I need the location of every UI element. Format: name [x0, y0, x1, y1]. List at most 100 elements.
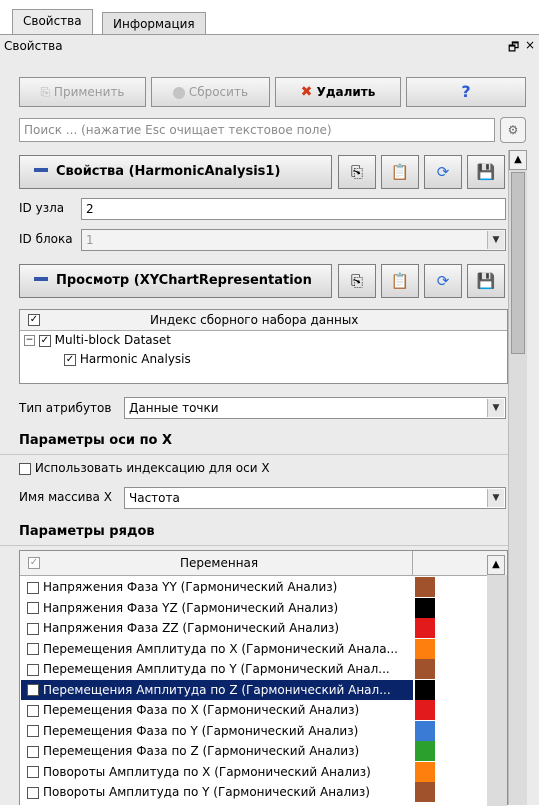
tree-header: ✓ Индекс сборного набора данных — [20, 310, 507, 331]
series-color-swatch[interactable] — [415, 597, 435, 618]
view-section-header[interactable]: Просмотр (XYChartRepresentation — [19, 264, 332, 298]
tree-header-label: Индекс сборного набора данных — [150, 313, 359, 327]
help-button[interactable]: ? — [406, 77, 526, 107]
node-id-label: ID узла — [19, 201, 65, 215]
attribute-type-select[interactable]: Данные точки ▼ — [124, 397, 506, 419]
series-checkbox[interactable] — [27, 602, 39, 614]
attribute-type-label: Тип атрибутов — [19, 401, 112, 415]
series-row[interactable]: Перемещения Фаза по Y (Гармонический Ана… — [21, 721, 413, 741]
dropdown-arrow-icon[interactable]: ▼ — [487, 489, 504, 507]
scroll-up-arrow-icon[interactable]: ▲ — [509, 150, 527, 170]
series-row[interactable]: Перемещения Амплитуда по X (Гармонически… — [21, 639, 413, 659]
use-index-label: Использовать индексацию для оси X — [34, 461, 270, 475]
gear-icon[interactable]: ⚙ — [500, 117, 526, 143]
series-checkbox[interactable] — [27, 745, 39, 758]
dropdown-arrow-icon[interactable]: ▼ — [487, 399, 504, 417]
series-color-swatch[interactable] — [415, 720, 435, 741]
series-checkbox[interactable]: ✓ — [27, 684, 39, 696]
tree-item-harmonic[interactable]: ✓ Harmonic Analysis — [64, 352, 191, 366]
series-color-swatch[interactable] — [415, 761, 435, 782]
series-color-swatch[interactable] — [415, 618, 435, 638]
use-index-checkbox[interactable]: Использовать индексацию для оси X — [19, 461, 270, 475]
view-section-title: Просмотр (XYChartRepresentation — [56, 273, 312, 288]
series-label: Напряжения Фаза YZ (Гармонический Анализ… — [43, 600, 339, 615]
panel-scrollbar[interactable]: ▲ — [508, 150, 527, 805]
table-scrollbar[interactable] — [487, 575, 507, 806]
composite-index-tree: ✓ Индекс сборного набора данных − ✓ Mult… — [19, 309, 508, 384]
properties-section-header[interactable]: Свойства (HarmonicAnalysis1) — [19, 155, 332, 189]
tree-checkbox[interactable]: ✓ — [64, 353, 76, 366]
series-checkbox[interactable] — [27, 704, 39, 717]
series-color-swatch[interactable] — [415, 577, 435, 597]
refresh-icon[interactable]: ⟳ — [424, 264, 462, 298]
series-checkbox[interactable] — [27, 786, 39, 799]
block-id-field[interactable]: 1 ▼ — [81, 229, 506, 251]
scroll-thumb[interactable] — [511, 172, 525, 354]
float-icon[interactable]: 🗗 — [508, 38, 519, 59]
header-checkbox[interactable]: ✓ — [28, 557, 40, 569]
delete-label: Удалить — [316, 85, 376, 99]
paste-icon[interactable]: 📋 — [381, 264, 419, 298]
series-label: Перемещения Амплитуда по X (Гармонически… — [43, 641, 398, 656]
series-checkbox[interactable] — [27, 581, 39, 594]
series-label: Повороты Амплитуда по Y (Гармонический А… — [43, 785, 370, 799]
tree-item-label: Harmonic Analysis — [79, 352, 191, 366]
divider — [0, 545, 508, 546]
series-color-swatch[interactable] — [415, 700, 435, 720]
series-row[interactable]: Повороты Амплитуда по X (Гармонический А… — [21, 762, 413, 782]
divider — [0, 454, 508, 455]
block-id-label: ID блока — [19, 232, 73, 246]
dock-title-bar: Свойства 🗗 × — [0, 34, 539, 59]
collapse-icon — [34, 277, 48, 281]
search-input[interactable]: Поиск ... (нажатие Esc очищает текстовое… — [19, 118, 495, 142]
series-color-swatch[interactable] — [415, 782, 435, 802]
apply-button[interactable]: ⎘ Применить — [19, 77, 146, 107]
series-checkbox[interactable] — [27, 622, 39, 635]
series-color-swatch[interactable] — [415, 741, 435, 761]
dropdown-arrow-icon[interactable]: ▼ — [487, 231, 504, 249]
checkbox[interactable] — [19, 462, 31, 475]
variable-column-header[interactable]: Переменная — [180, 556, 258, 570]
series-color-swatch[interactable] — [415, 679, 435, 700]
tree-item-multiblock[interactable]: − ✓ Multi-block Dataset — [24, 333, 171, 347]
properties-section-title: Свойства (HarmonicAnalysis1) — [56, 164, 281, 179]
series-checkbox[interactable] — [27, 643, 39, 655]
collapse-icon — [34, 168, 48, 172]
copy-icon[interactable]: ⎘ — [338, 155, 376, 189]
header-checkbox[interactable]: ✓ — [28, 314, 40, 326]
tree-expander-icon[interactable]: − — [24, 335, 35, 346]
tab-properties[interactable]: Свойства — [12, 9, 93, 34]
delete-x-icon: ✖ — [300, 84, 313, 100]
series-row[interactable]: Напряжения Фаза YY (Гармонический Анализ… — [21, 577, 413, 597]
series-checkbox[interactable] — [27, 725, 39, 737]
series-checkbox[interactable] — [27, 663, 39, 676]
refresh-icon[interactable]: ⟳ — [424, 155, 462, 189]
series-row[interactable]: Перемещения Фаза по Z (Гармонический Ана… — [21, 741, 413, 761]
series-color-swatch[interactable] — [415, 638, 435, 659]
tab-information[interactable]: Информация — [102, 12, 206, 34]
x-axis-section-title: Параметры оси по X — [19, 433, 173, 448]
reset-button[interactable]: Сбросить — [151, 77, 270, 107]
series-row[interactable]: Напряжения Фаза YZ (Гармонический Анализ… — [21, 598, 413, 618]
paste-icon[interactable]: 📋 — [381, 155, 419, 189]
copy-icon[interactable]: ⎘ — [338, 264, 376, 298]
close-icon[interactable]: × — [525, 38, 535, 52]
save-icon[interactable]: 💾 — [467, 155, 505, 189]
reset-label: Сбросить — [188, 85, 249, 99]
series-row[interactable]: Перемещения Фаза по X (Гармонический Ана… — [21, 700, 413, 720]
table-scroll-up-arrow-icon[interactable]: ▲ — [487, 555, 505, 575]
tree-item-label: Multi-block Dataset — [54, 333, 171, 347]
delete-button[interactable]: ✖ Удалить — [275, 77, 401, 107]
save-icon[interactable]: 💾 — [467, 264, 505, 298]
x-array-select[interactable]: Частота ▼ — [124, 487, 506, 509]
tree-checkbox[interactable]: ✓ — [38, 334, 51, 347]
series-color-swatch[interactable] — [415, 659, 435, 679]
series-row[interactable]: Повороты Амплитуда по Y (Гармонический А… — [21, 782, 413, 802]
series-checkbox[interactable] — [27, 766, 39, 778]
series-row[interactable]: Перемещения Амплитуда по Y (Гармонически… — [21, 659, 413, 679]
column-divider — [412, 551, 413, 575]
tab-bar: Свойства Информация — [0, 0, 539, 36]
series-row[interactable]: Напряжения Фаза ZZ (Гармонический Анализ… — [21, 618, 413, 638]
series-row[interactable]: ✓ Перемещения Амплитуда по Z (Гармоническ… — [21, 679, 413, 700]
node-id-field[interactable]: 2 — [81, 198, 506, 220]
